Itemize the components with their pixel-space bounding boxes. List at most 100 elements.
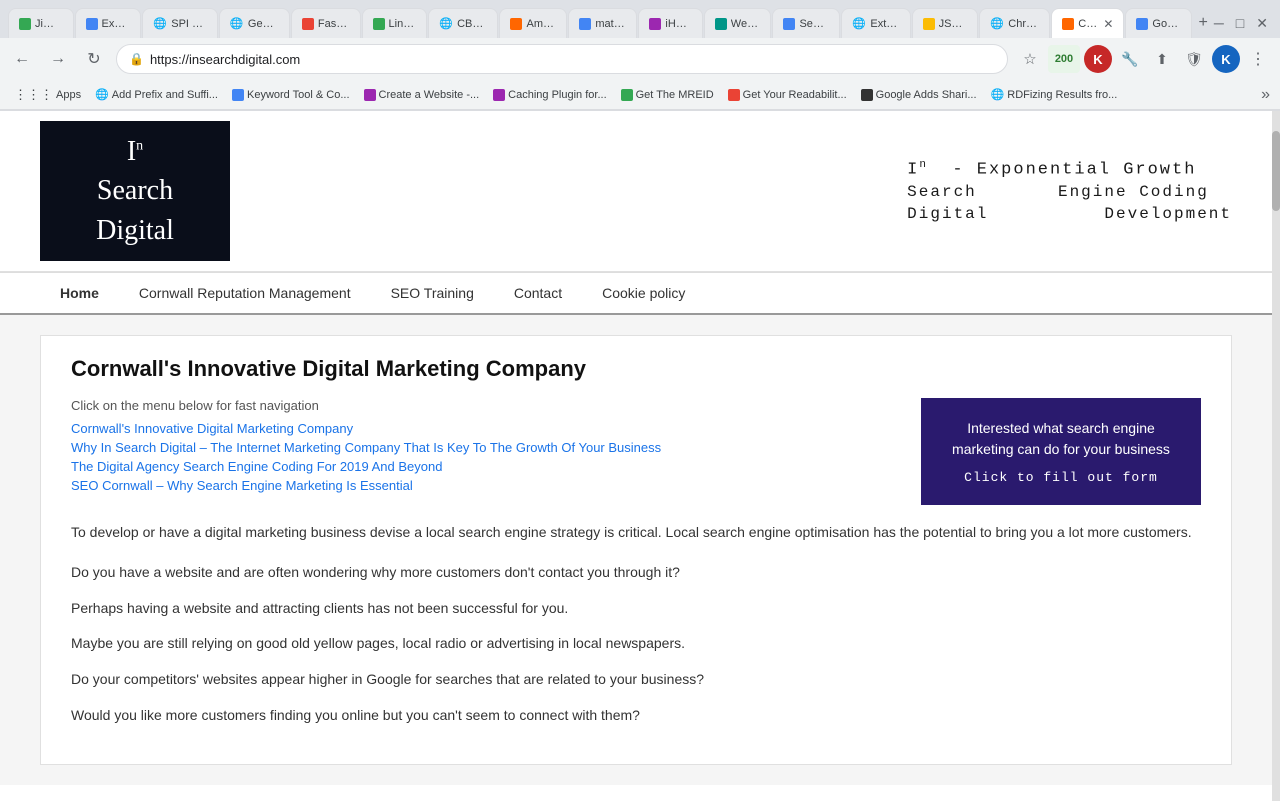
apps-icon: ⋮⋮⋮ [14, 87, 53, 103]
nav-link-contact[interactable]: Contact [494, 273, 582, 313]
tab-3[interactable]: 🌐 SPI C... [142, 8, 218, 38]
tab-label-4: Geor... [248, 18, 279, 30]
bookmarks-overflow-button[interactable]: » [1259, 84, 1272, 106]
profile-k2-button[interactable]: K [1212, 45, 1240, 73]
tab-favicon-12 [783, 18, 795, 30]
tab-label-7: CBD... [457, 18, 487, 30]
bookmark-7[interactable]: Google Adds Shari... [855, 87, 983, 103]
tab-favicon-1 [19, 18, 31, 30]
maximize-icon[interactable]: □ [1236, 15, 1244, 32]
bookmark-label-5: Get The MREID [636, 89, 714, 101]
body-text-1: To develop or have a digital marketing b… [71, 521, 1201, 545]
tab-2[interactable]: Expi... [75, 8, 142, 38]
reload-button[interactable]: ↻ [80, 45, 108, 73]
body-text-2-line5: Would you like more customers finding yo… [71, 704, 1201, 728]
scrollbar-thumb[interactable] [1272, 131, 1280, 211]
tab-8[interactable]: Ama... [499, 8, 567, 38]
bookmark-5[interactable]: Get The MREID [615, 87, 720, 103]
bookmark-6[interactable]: Get Your Readabilit... [722, 87, 853, 103]
tab-4[interactable]: 🌐 Geor... [219, 8, 290, 38]
nav-item-seo[interactable]: SEO Training [371, 273, 494, 313]
tab-5[interactable]: Fash... [291, 8, 361, 38]
bookmark-1[interactable]: 🌐 Add Prefix and Suffi... [89, 86, 224, 103]
cta-button[interactable]: Click to fill out form [964, 470, 1158, 485]
tab-label-1: Jimr... [35, 18, 63, 30]
menu-button[interactable]: ⋮ [1244, 45, 1272, 73]
main-content: Cornwall's Innovative Digital Marketing … [0, 315, 1272, 785]
tab-favicon-10 [649, 18, 661, 30]
bookmark-2[interactable]: Keyword Tool & Co... [226, 87, 356, 103]
tab-label-17: Goo... [1152, 18, 1180, 30]
scrollbar[interactable] [1272, 111, 1280, 801]
nav-item-cookie[interactable]: Cookie policy [582, 273, 705, 313]
bookmark-star-button[interactable]: ☆ [1016, 45, 1044, 73]
forward-button[interactable]: → [44, 45, 72, 73]
bookmark-label-2: Keyword Tool & Co... [247, 89, 350, 101]
tab-favicon-15: 🌐 [990, 17, 1004, 31]
tab-label-11: Web... [731, 18, 761, 30]
bookmark-3[interactable]: Create a Website -... [358, 87, 486, 103]
back-button[interactable]: ← [8, 45, 36, 73]
tab-favicon-14 [923, 18, 935, 30]
tab-1[interactable]: Jimr... [8, 8, 74, 38]
bookmark-favicon-4 [493, 89, 505, 101]
extension-200-button[interactable]: 200 [1048, 45, 1080, 73]
bookmark-favicon-1: 🌐 [95, 88, 109, 101]
extension-btn-4[interactable]: 🛡 [1180, 45, 1208, 73]
tab-7[interactable]: 🌐 CBD... [428, 8, 498, 38]
tab-label-12: Sear... [799, 18, 829, 30]
nav-link-3[interactable]: The Digital Agency Search Engine Coding … [71, 459, 901, 474]
tab-label-8: Ama... [526, 18, 556, 30]
tab-label-15: Chro... [1008, 18, 1039, 30]
profile-k-button[interactable]: K [1084, 45, 1112, 73]
nav-link-cookie[interactable]: Cookie policy [582, 273, 705, 313]
close-icon[interactable]: ✕ [1256, 15, 1268, 32]
site-nav: Home Cornwall Reputation Management SEO … [0, 272, 1272, 315]
extension-btn-3[interactable]: ⬆ [1148, 45, 1176, 73]
tab-13[interactable]: 🌐 Exte... [841, 8, 910, 38]
tab-15[interactable]: 🌐 Chro... [979, 8, 1050, 38]
bookmarks-bar: ⋮⋮⋮ Apps 🌐 Add Prefix and Suffi... Keywo… [0, 80, 1280, 110]
tab-14[interactable]: JSO... [912, 8, 979, 38]
nav-item-contact[interactable]: Contact [494, 273, 582, 313]
extension-btn-2[interactable]: 🔧 [1116, 45, 1144, 73]
bookmark-4[interactable]: Caching Plugin for... [487, 87, 612, 103]
tab-favicon-8 [510, 18, 522, 30]
tab-11[interactable]: Web... [704, 8, 772, 38]
tab-label-2: Expi... [102, 18, 131, 30]
tabs-bar: Jimr... Expi... 🌐 SPI C... 🌐 Geor... Fas… [8, 8, 1214, 38]
url-bar[interactable]: 🔒 https://insearchdigital.com [116, 44, 1008, 74]
tab-favicon-2 [86, 18, 98, 30]
tab-6[interactable]: Link... [362, 8, 428, 38]
bookmark-favicon-8: 🌐 [991, 88, 1005, 101]
nav-link-4[interactable]: SEO Cornwall – Why Search Engine Marketi… [71, 478, 901, 493]
bookmark-8[interactable]: 🌐 RDFizing Results fro... [985, 86, 1124, 103]
tab-9[interactable]: matc... [568, 8, 637, 38]
minimize-icon[interactable]: ─ [1214, 15, 1224, 32]
nav-link-cornwall[interactable]: Cornwall Reputation Management [119, 273, 371, 313]
body-text-2-line4: Do your competitors' websites appear hig… [71, 668, 1201, 692]
new-tab-button[interactable]: + [1193, 8, 1214, 38]
tab-label-3: SPI C... [171, 18, 207, 30]
tab-16-active[interactable]: CHA ✕ [1051, 8, 1124, 38]
tab-close-16[interactable]: ✕ [1103, 17, 1113, 31]
nav-item-home[interactable]: Home [40, 273, 119, 313]
content-row: Click on the menu below for fast navigat… [71, 398, 1201, 505]
nav-link-home[interactable]: Home [40, 273, 119, 313]
tab-12[interactable]: Sear... [772, 8, 840, 38]
page-inner: In Search Digital In - Exponential Growt… [0, 111, 1272, 801]
site-tagline: In - Exponential Growth Search Engine Co… [887, 159, 1232, 224]
bookmark-apps[interactable]: ⋮⋮⋮ Apps [8, 85, 87, 105]
bookmark-label-4: Caching Plugin for... [508, 89, 606, 101]
content-left: Click on the menu below for fast navigat… [71, 398, 901, 505]
bookmark-label-3: Create a Website -... [379, 89, 480, 101]
tab-label-6: Link... [389, 18, 417, 30]
tab-10[interactable]: iHO... [638, 8, 702, 38]
nav-link-1[interactable]: Cornwall's Innovative Digital Marketing … [71, 421, 901, 436]
window-controls: ─ □ ✕ [1214, 15, 1268, 32]
lock-icon: 🔒 [129, 52, 144, 66]
nav-item-cornwall[interactable]: Cornwall Reputation Management [119, 273, 371, 313]
nav-link-seo[interactable]: SEO Training [371, 273, 494, 313]
nav-link-2[interactable]: Why In Search Digital – The Internet Mar… [71, 440, 901, 455]
tab-17[interactable]: Goo... [1125, 8, 1191, 38]
